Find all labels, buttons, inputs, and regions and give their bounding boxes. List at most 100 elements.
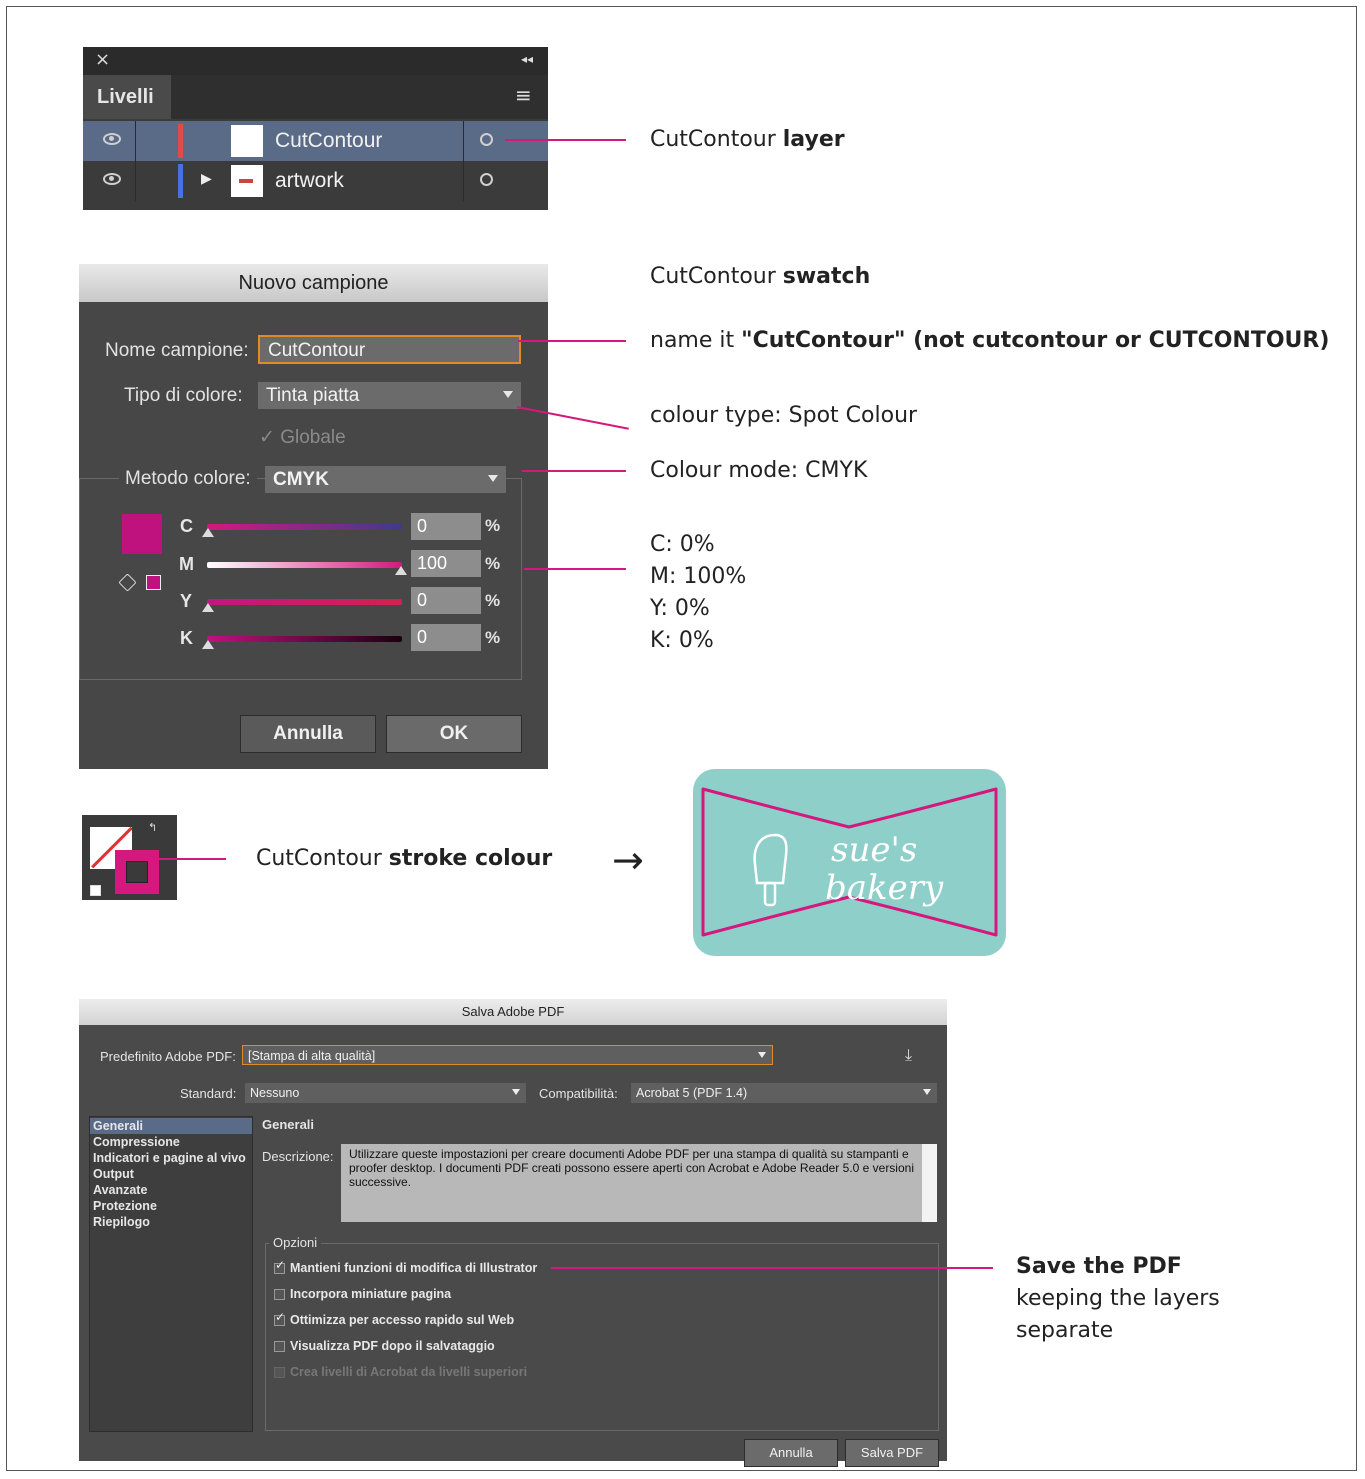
check-icon: ✓ (275, 1258, 286, 1272)
slider-knob[interactable] (202, 640, 214, 649)
callout-line (505, 139, 626, 141)
ok-button[interactable]: OK (386, 715, 522, 753)
close-icon[interactable]: × (95, 49, 110, 70)
annotation-stroke: CutContour stroke colour (256, 846, 553, 871)
panel-titlebar: × ◂◂ (83, 47, 548, 75)
standard-select[interactable]: Nessuno (245, 1083, 526, 1103)
save-preset-icon[interactable]: ⤓ (905, 1045, 912, 1065)
preset-label: Predefinito Adobe PDF: (100, 1049, 236, 1064)
visibility-eye-icon[interactable] (103, 173, 121, 185)
sidebar-item-compressione[interactable]: Compressione (93, 1135, 180, 1149)
sidebar-item-protezione[interactable]: Protezione (93, 1199, 157, 1213)
option-fast-web-view[interactable]: ✓ Ottimizza per accesso rapido sul Web (274, 1310, 514, 1327)
expand-triangle-icon[interactable]: ▶ (201, 171, 212, 187)
annotation-cmyk-k: K: 0% (650, 628, 714, 653)
description-label: Descrizione: (262, 1149, 334, 1164)
layer-row-artwork[interactable]: ▶ artwork (83, 161, 548, 201)
slider-letter-y: Y (180, 591, 193, 611)
dialog-title: Nuovo campione (79, 264, 548, 302)
annotation-save-title: Save the PDF (1016, 1254, 1182, 1279)
option-embed-thumbnails[interactable]: Incorpora miniature pagina (274, 1287, 451, 1301)
collapse-icon[interactable]: ◂◂ (521, 52, 533, 66)
annotation-name: name it "CutContour" (not cutcontour or … (650, 328, 1330, 353)
annotation-cmyk-c: C: 0% (650, 532, 715, 557)
target-circle-icon[interactable] (480, 133, 493, 146)
annotation-layer: CutContour layer (650, 127, 845, 152)
save-pdf-button[interactable]: Salva PDF (845, 1439, 939, 1467)
default-colors-icon[interactable] (90, 885, 101, 896)
magenta-slider[interactable] (207, 562, 402, 568)
description-scrollbar[interactable] (922, 1144, 937, 1222)
layer-color-bar (178, 164, 183, 198)
swatch-preview (122, 514, 162, 554)
layer-thumbnail (231, 125, 263, 157)
slider-knob[interactable] (395, 566, 407, 575)
annotation-cmyk-m: M: 100% (650, 564, 747, 589)
stroke-swatch[interactable] (115, 850, 159, 894)
percent-label: % (485, 554, 501, 573)
new-swatch-dialog: Nuovo campione Nome campione: CutContour… (79, 264, 548, 769)
magenta-value-input[interactable]: 100 (411, 550, 481, 577)
save-pdf-dialog: Salva Adobe PDF Predefinito Adobe PDF: [… (79, 999, 947, 1461)
options-title: Opzioni (269, 1235, 322, 1250)
preset-select[interactable]: [Stampa di alta qualità] (242, 1045, 773, 1065)
spot-color-icon (146, 575, 161, 590)
sidebar-item-generali[interactable]: Generali (93, 1119, 143, 1133)
cyan-slider[interactable] (207, 524, 402, 530)
layer-row-cutcontour[interactable]: CutContour (83, 121, 548, 161)
percent-label: % (485, 516, 501, 535)
description-text: Utilizzare queste impostazioni per crear… (341, 1144, 937, 1222)
visibility-eye-icon[interactable] (103, 133, 121, 145)
target-circle-icon[interactable] (480, 173, 493, 186)
chevron-down-icon (503, 391, 513, 398)
tab-livelli[interactable]: Livelli (83, 75, 171, 119)
color-type-select[interactable]: Tinta piatta (258, 382, 521, 409)
cyan-value-input[interactable]: 0 (411, 513, 481, 540)
annotation-colour-type: colour type: Spot Colour (650, 403, 918, 428)
panel-menu-icon[interactable]: ≡ (515, 83, 532, 107)
standard-label: Standard: (180, 1086, 237, 1101)
sidebar-nav: Generali Compressione Indicatori e pagin… (89, 1116, 253, 1432)
check-icon: ✓ (275, 1310, 286, 1324)
yellow-slider[interactable] (207, 599, 402, 605)
annotation-colour-mode: Colour mode: CMYK (650, 458, 868, 483)
option-preserve-editing[interactable]: ✓ Mantieni funzioni di modifica di Illust… (274, 1258, 537, 1275)
logo-line1: sue's (831, 830, 917, 870)
black-value-input[interactable]: 0 (411, 624, 481, 651)
color-type-label: Tipo di colore: (124, 385, 243, 406)
callout-line (551, 1267, 993, 1269)
compatibility-label: Compatibilità: (539, 1086, 618, 1101)
global-checkbox[interactable]: ✓ Globale (259, 426, 346, 449)
slider-knob[interactable] (202, 528, 214, 537)
chevron-down-icon (758, 1052, 766, 1058)
layer-name[interactable]: artwork (275, 161, 344, 201)
chevron-down-icon (512, 1089, 520, 1095)
swatch-name-label: Nome campione: (105, 340, 249, 361)
sidebar-item-riepilogo[interactable]: Riepilogo (93, 1215, 150, 1229)
chevron-down-icon (488, 475, 498, 482)
cancel-button[interactable]: Annulla (744, 1439, 838, 1467)
callout-line (518, 340, 626, 342)
swap-arrows-icon[interactable]: ↰ (148, 821, 157, 834)
layer-color-bar (178, 124, 183, 158)
yellow-value-input[interactable]: 0 (411, 587, 481, 614)
logo-line2: bakery (825, 868, 944, 908)
dialog-title: Salva Adobe PDF (79, 999, 947, 1025)
callout-line (522, 470, 626, 472)
sidebar-item-indicatori[interactable]: Indicatori e pagine al vivo (93, 1151, 246, 1165)
slider-knob[interactable] (202, 603, 214, 612)
cancel-button[interactable]: Annulla (240, 715, 376, 753)
compatibility-select[interactable]: Acrobat 5 (PDF 1.4) (631, 1083, 937, 1103)
sidebar-item-output[interactable]: Output (93, 1167, 134, 1181)
annotation-save-line1: keeping the layers (1016, 1286, 1220, 1311)
black-slider[interactable] (207, 636, 402, 642)
sidebar-item-avanzate[interactable]: Avanzate (93, 1183, 147, 1197)
color-mode-label: Metodo colore: (119, 468, 257, 490)
slider-letter-c: C (180, 516, 193, 536)
layers-panel: × ◂◂ Livelli ≡ CutContour ▶ artwork (83, 47, 548, 210)
color-mode-select[interactable]: CMYK (265, 466, 506, 493)
layer-name[interactable]: CutContour (275, 121, 382, 161)
option-view-after-save[interactable]: Visualizza PDF dopo il salvataggio (274, 1339, 495, 1353)
panel-tab-row: Livelli ≡ (83, 75, 548, 119)
swatch-name-input[interactable]: CutContour (258, 335, 521, 364)
